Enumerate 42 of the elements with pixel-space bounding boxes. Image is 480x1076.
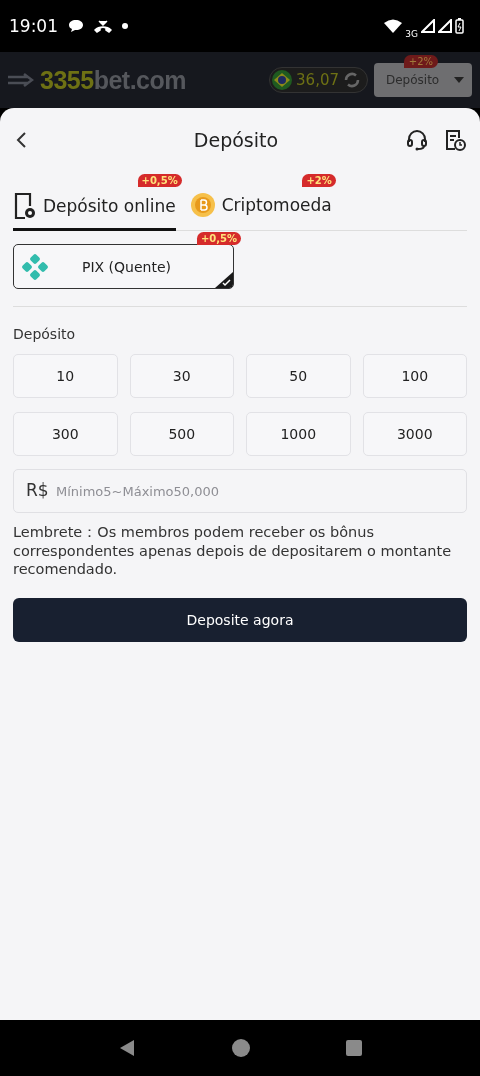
reminder-text: Lembrete：Os membros podem receber os bônus correspondentes apenas depois de depositarem o montante recomendado. [13,523,453,579]
bonus-badge: +2% [403,55,438,68]
currency-label: R$ [26,480,49,500]
deposit-button[interactable]: Deposite agora [13,597,467,642]
recents-icon[interactable] [345,1039,363,1057]
network-type: 3G [405,29,418,39]
coin-icon [189,192,216,218]
payment-method[interactable]: PIX (Quente) [13,244,234,289]
amount-option[interactable]: 30 [129,354,234,398]
signal-icon [438,19,452,33]
section-label: Depósito [13,326,77,342]
clock: 19:01 [9,16,58,36]
home-icon[interactable] [231,1038,251,1058]
refresh-icon[interactable] [343,71,361,89]
battery-icon [455,18,464,34]
site-logo: 3355bet.com [40,65,187,95]
amount-option[interactable]: 50 [246,354,351,398]
amount-option[interactable]: 1000 [246,412,351,456]
amount-option[interactable]: 3000 [362,412,467,456]
diamond-icon [22,253,48,280]
phone-missed-icon [94,19,112,33]
wifi-icon [384,19,403,33]
bonus-badge: +0,5% [137,174,182,187]
bonus-badge: +2% [302,174,336,187]
amount-option[interactable]: 500 [129,412,234,456]
flag-icon [272,70,293,90]
balance-amount: 36,07 [296,71,339,89]
amount-option[interactable]: 10 [13,354,118,398]
bonus-badge: +0,5% [196,232,241,245]
headset-icon[interactable] [405,128,429,152]
sheet-title: Depósito [192,129,280,151]
tab[interactable]: Depósito online [13,188,176,231]
check-icon [215,272,233,288]
chat-icon [68,19,84,33]
history-icon[interactable] [443,128,467,152]
amount-option[interactable]: 300 [13,412,118,456]
amount-option[interactable]: 100 [362,354,467,398]
dot-icon [122,23,128,29]
back-icon[interactable] [15,131,27,149]
tab[interactable]: Criptomoeda [189,188,332,229]
signal-icon [421,19,435,33]
phone-icon [13,192,37,220]
